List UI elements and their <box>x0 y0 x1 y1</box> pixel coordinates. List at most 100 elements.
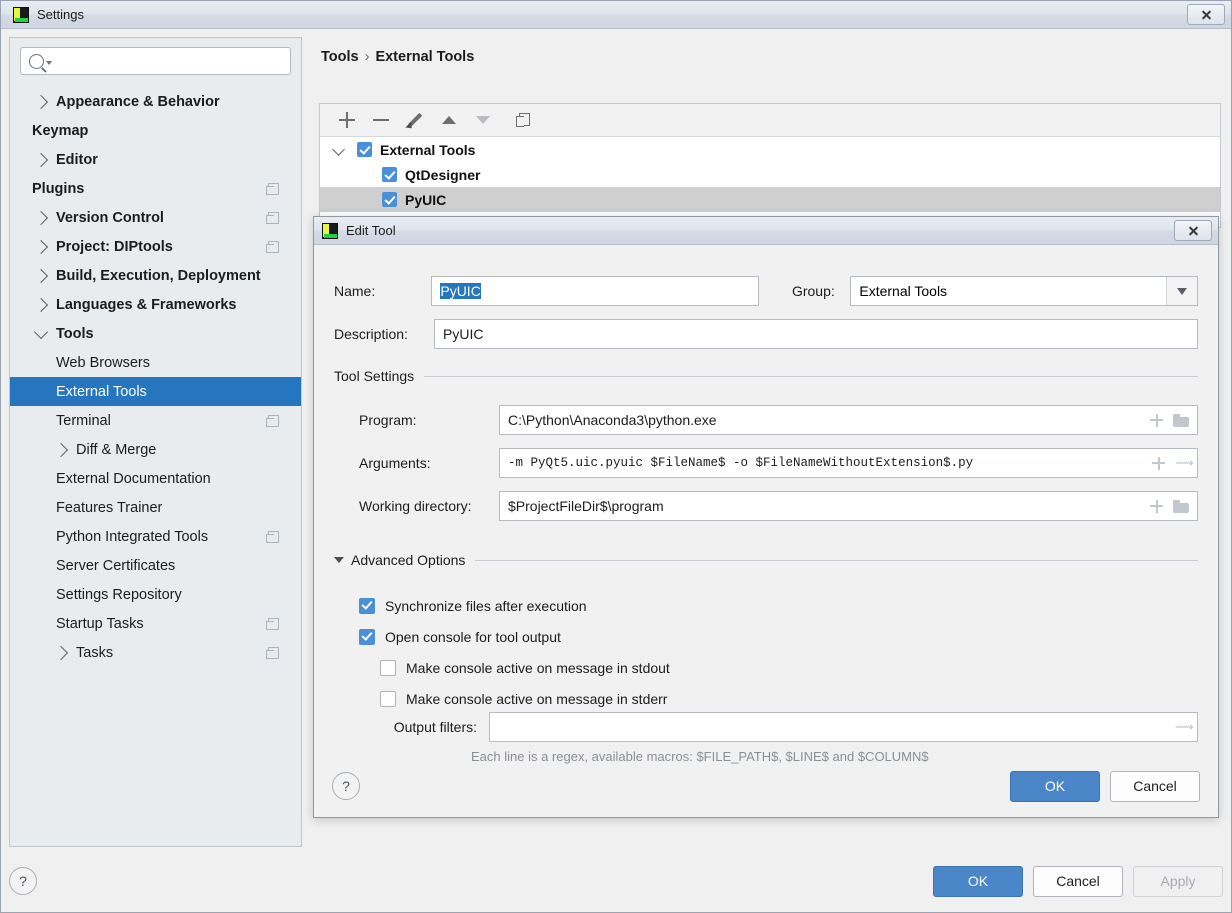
checkbox-row[interactable]: Make console active on message in stderr <box>359 683 1198 714</box>
settings-sidebar: Appearance & Behavior Keymap Editor Plugins… <box>9 37 302 847</box>
chevron-right-icon[interactable] <box>53 645 69 660</box>
sidebar-item-label: External Tools <box>56 383 147 400</box>
sidebar-item-tasks[interactable]: Tasks <box>10 638 301 667</box>
tree-row[interactable]: QtDesigner <box>320 162 1220 187</box>
sidebar-item-version-control[interactable]: Version Control <box>10 203 301 232</box>
checkbox-synchronize-files-after-execution[interactable] <box>359 597 375 614</box>
description-input[interactable]: PyUIC <box>434 319 1198 349</box>
sidebar-item-tools[interactable]: Tools <box>10 319 301 348</box>
tree-checkbox[interactable] <box>357 142 372 157</box>
checkbox-make-console-active-on-message-in-stderr[interactable] <box>380 690 396 707</box>
name-input[interactable]: PyUIC <box>431 276 759 306</box>
edit-button[interactable] <box>398 106 432 134</box>
cancel-button[interactable]: Cancel <box>1033 865 1123 897</box>
insert-macro-icon[interactable] <box>1150 499 1163 513</box>
sidebar-item-project-diptools[interactable]: Project: DIPtools <box>10 232 301 261</box>
dialog-ok-button[interactable]: OK <box>1010 770 1100 802</box>
program-input-value: C:\Python\Anaconda3\python.exe <box>508 412 717 428</box>
chevron-right-icon[interactable] <box>33 297 49 312</box>
sidebar-item-server-certificates[interactable]: Server Certificates <box>10 551 301 580</box>
arguments-input[interactable]: -m PyQt5.uic.pyuic $FileName$ -o $FileNa… <box>499 448 1198 478</box>
program-row: Program: C:\Python\Anaconda3\python.exe <box>359 405 1198 435</box>
dialog-cancel-button[interactable]: Cancel <box>1110 770 1200 802</box>
sidebar-item-editor[interactable]: Editor <box>10 145 301 174</box>
advanced-options-header[interactable]: Advanced Options <box>334 552 1198 568</box>
chevron-right-icon[interactable] <box>33 152 49 167</box>
project-scope-icon <box>265 414 279 427</box>
move-up-button[interactable] <box>432 106 466 134</box>
working-directory-input[interactable]: $ProjectFileDir$\program <box>499 491 1198 521</box>
pycharm-icon <box>322 222 338 239</box>
tree-checkbox[interactable] <box>382 192 397 207</box>
group-dropdown-button[interactable] <box>1166 277 1197 305</box>
sidebar-item-startup-tasks[interactable]: Startup Tasks <box>10 609 301 638</box>
expand-icon[interactable]: ⟿ <box>1175 456 1194 470</box>
folder-icon[interactable] <box>1173 499 1189 513</box>
sidebar-item-external-documentation[interactable]: External Documentation <box>10 464 301 493</box>
name-label: Name: <box>334 283 376 299</box>
add-button[interactable] <box>330 106 364 134</box>
insert-macro-icon[interactable] <box>1152 456 1165 470</box>
chevron-down-icon <box>1177 287 1187 295</box>
group-combobox[interactable]: External Tools <box>850 276 1198 306</box>
output-filters-input[interactable]: ⟿ <box>489 712 1198 742</box>
settings-screen: Settings Appearance & Behavior Keymap Edit… <box>0 0 1232 913</box>
chevron-down-icon[interactable] <box>33 324 49 340</box>
search-input[interactable] <box>20 47 291 75</box>
move-down-button[interactable] <box>466 106 500 134</box>
project-scope-icon <box>265 240 279 253</box>
chevron-right-icon[interactable] <box>33 210 49 225</box>
checkbox-open-console-for-tool-output[interactable] <box>359 628 375 645</box>
output-filters-label: Output filters: <box>393 719 477 735</box>
triangle-up-icon <box>442 116 456 124</box>
sidebar-item-keymap[interactable]: Keymap <box>10 116 301 145</box>
expand-icon[interactable]: ⟿ <box>1175 720 1194 734</box>
chevron-right-icon[interactable] <box>33 94 49 109</box>
folder-icon[interactable] <box>1173 413 1189 427</box>
sidebar-item-terminal[interactable]: Terminal <box>10 406 301 435</box>
program-input[interactable]: C:\Python\Anaconda3\python.exe <box>499 405 1198 435</box>
sidebar-item-python-integrated-tools[interactable]: Python Integrated Tools <box>10 522 301 551</box>
breadcrumb-parent[interactable]: Tools <box>321 49 359 65</box>
apply-button[interactable]: Apply <box>1133 865 1223 897</box>
dialog-help-button[interactable]: ? <box>332 772 360 800</box>
copy-button[interactable] <box>506 106 540 134</box>
breadcrumb-separator: › <box>364 49 370 65</box>
dialog-close-button[interactable] <box>1174 220 1212 241</box>
description-label: Description: <box>334 326 408 342</box>
chevron-right-icon[interactable] <box>33 268 49 283</box>
breadcrumb-current: External Tools <box>375 49 475 65</box>
checkbox-row[interactable]: Synchronize files after execution <box>359 590 1198 621</box>
window-close-button[interactable] <box>1187 4 1225 25</box>
sidebar-item-build-execution-deployment[interactable]: Build, Execution, Deployment <box>10 261 301 290</box>
sidebar-item-appearance-behavior[interactable]: Appearance & Behavior <box>10 87 301 116</box>
tree-row-label: QtDesigner <box>405 166 481 183</box>
tree-row[interactable]: External Tools <box>320 137 1220 162</box>
tree-row[interactable]: PyUIC <box>320 187 1220 212</box>
checkbox-label: Synchronize files after execution <box>385 597 587 614</box>
checkbox-row[interactable]: Open console for tool output <box>359 621 1198 652</box>
chevron-right-icon[interactable] <box>53 442 69 457</box>
remove-button[interactable] <box>364 106 398 134</box>
project-scope-icon <box>265 182 279 195</box>
advanced-options-label: Advanced Options <box>351 552 466 568</box>
sidebar-item-settings-repository[interactable]: Settings Repository <box>10 580 301 609</box>
sidebar-item-external-tools[interactable]: External Tools <box>10 377 301 406</box>
insert-macro-icon[interactable] <box>1150 413 1163 427</box>
checkbox-row[interactable]: Make console active on message in stdout <box>359 652 1198 683</box>
working-directory-label: Working directory: <box>359 498 472 514</box>
help-button[interactable]: ? <box>9 867 37 895</box>
sidebar-item-web-browsers[interactable]: Web Browsers <box>10 348 301 377</box>
chevron-down-icon[interactable] <box>332 143 345 156</box>
checkbox-make-console-active-on-message-in-stdout[interactable] <box>380 659 396 676</box>
sidebar-item-languages-frameworks[interactable]: Languages & Frameworks <box>10 290 301 319</box>
sidebar-item-plugins[interactable]: Plugins <box>10 174 301 203</box>
sidebar-item-diff-merge[interactable]: Diff & Merge <box>10 435 301 464</box>
triangle-down-icon <box>334 557 344 563</box>
chevron-right-icon[interactable] <box>33 239 49 254</box>
ok-button[interactable]: OK <box>933 865 1023 897</box>
pencil-icon <box>406 111 424 129</box>
program-label: Program: <box>359 412 417 428</box>
tree-checkbox[interactable] <box>382 167 397 182</box>
sidebar-item-features-trainer[interactable]: Features Trainer <box>10 493 301 522</box>
